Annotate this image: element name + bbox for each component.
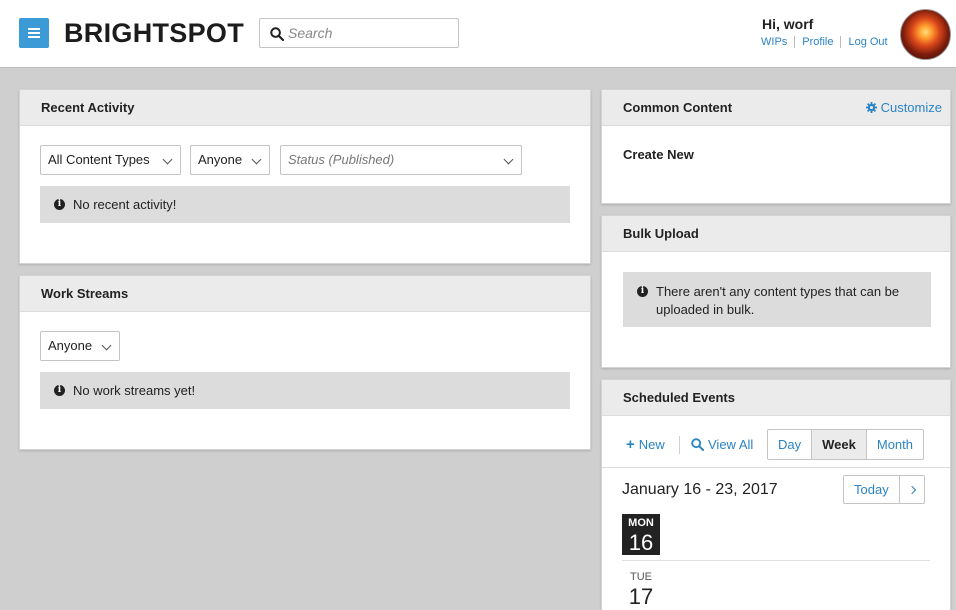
user-select[interactable]: Anyone (190, 145, 270, 175)
avatar[interactable] (900, 9, 951, 60)
bulk-upload-panel: Bulk Upload i There aren't any content t… (601, 215, 951, 368)
empty-activity-text: No recent activity! (73, 197, 177, 212)
work-streams-panel: Work Streams Anyone i No work streams ye… (19, 275, 591, 450)
logout-link[interactable]: Log Out (840, 36, 894, 48)
user-links: WIPs Profile Log Out (761, 36, 895, 48)
view-month-button[interactable]: Month (865, 430, 923, 459)
info-icon: i (54, 385, 65, 396)
chevron-down-icon (503, 154, 514, 165)
search-input[interactable] (288, 19, 456, 47)
bulk-upload-title: Bulk Upload (602, 216, 950, 252)
bulk-upload-message: i There aren't any content types that ca… (623, 272, 931, 327)
new-event-label: New (638, 437, 665, 452)
day-number: 16 (628, 530, 654, 555)
date-nav: Today (843, 475, 925, 504)
user-select-value: Anyone (198, 152, 243, 167)
search-icon (270, 27, 284, 41)
plus-icon: + (626, 436, 635, 453)
customize-button[interactable]: Customize (865, 90, 942, 126)
day-monday[interactable]: MON 16 (622, 514, 660, 555)
brand-logo[interactable]: BRIGHTSPOT (64, 18, 244, 49)
work-streams-user-value: Anyone (48, 338, 93, 353)
bulk-upload-text: There aren't any content types that can … (656, 284, 900, 317)
search-icon (691, 438, 705, 452)
gear-icon (865, 102, 877, 113)
day-of-week: TUE (630, 571, 652, 583)
chevron-down-icon (251, 154, 262, 165)
today-button[interactable]: Today (844, 476, 899, 503)
calendar-view-toggle: Day Week Month (767, 429, 924, 460)
recent-activity-panel: Recent Activity All Content Types Anyone… (19, 89, 591, 264)
status-select[interactable]: Status (Published) (280, 145, 522, 175)
create-new-heading: Create New (623, 147, 694, 162)
content-types-value: All Content Types (48, 152, 150, 167)
day-tuesday[interactable]: TUE 17 (622, 568, 660, 609)
wips-link[interactable]: WIPs (761, 36, 794, 48)
info-icon: i (54, 199, 65, 210)
profile-link[interactable]: Profile (794, 36, 840, 48)
chevron-down-icon (101, 340, 112, 351)
user-greeting: Hi, worf (762, 16, 814, 32)
common-content-header: Common Content Customize (602, 90, 950, 126)
empty-streams-text: No work streams yet! (73, 383, 196, 398)
search-box[interactable] (259, 18, 459, 48)
next-week-button[interactable] (898, 476, 924, 503)
view-day-button[interactable]: Day (768, 430, 811, 459)
empty-activity-message: i No recent activity! (40, 186, 570, 223)
day-divider (622, 560, 930, 561)
menu-icon[interactable] (19, 18, 49, 48)
empty-streams-message: i No work streams yet! (40, 372, 570, 409)
chevron-down-icon (162, 154, 173, 165)
view-all-label: View All (708, 437, 754, 452)
common-content-title: Common Content (623, 100, 733, 115)
day-number: 17 (628, 584, 654, 609)
top-header: BRIGHTSPOT Hi, worf WIPs Profile Log Out (0, 0, 956, 68)
toolbar-divider (679, 436, 680, 454)
content-types-select[interactable]: All Content Types (40, 145, 181, 175)
day-of-week: MON (628, 517, 654, 529)
info-icon: i (637, 286, 648, 297)
common-content-panel: Common Content Customize Create New (601, 89, 951, 204)
view-all-button[interactable]: View All (691, 437, 753, 452)
chevron-right-icon (907, 485, 916, 495)
date-range-label: January 16 - 23, 2017 (622, 481, 778, 498)
view-week-button[interactable]: Week (811, 430, 866, 459)
customize-label: Customize (880, 100, 942, 115)
recent-activity-title: Recent Activity (20, 90, 590, 126)
new-event-button[interactable]: + New (626, 436, 665, 453)
toolbar-separator (602, 467, 950, 468)
status-placeholder: Status (Published) (288, 152, 395, 167)
work-streams-title: Work Streams (20, 276, 590, 312)
scheduled-events-title: Scheduled Events (602, 380, 950, 416)
work-streams-user-select[interactable]: Anyone (40, 331, 120, 361)
